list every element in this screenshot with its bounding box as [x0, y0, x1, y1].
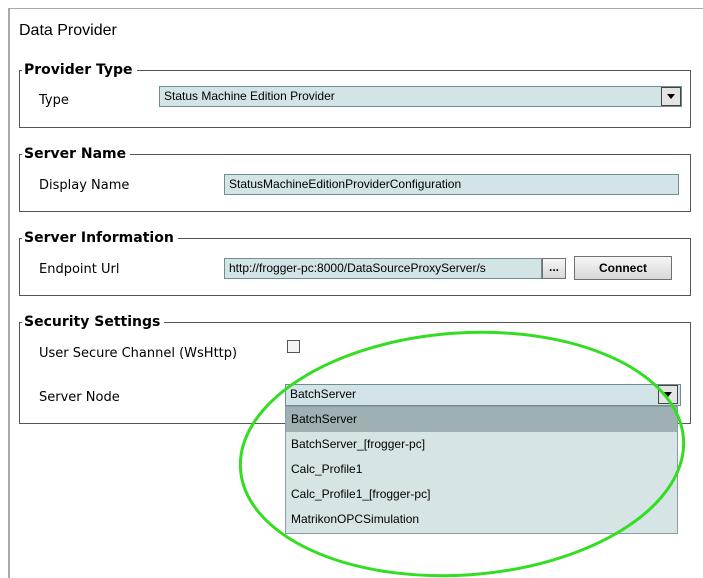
- panel-top-border: [8, 8, 703, 9]
- server-node-dropdown-list: BatchServer BatchServer_[frogger-pc] Cal…: [285, 406, 678, 534]
- connect-button[interactable]: Connect: [574, 256, 672, 280]
- browse-button[interactable]: ...: [542, 258, 566, 279]
- panel-title: Data Provider: [19, 22, 117, 39]
- provider-type-legend: Provider Type: [24, 62, 133, 78]
- dropdown-option-calc-profile1-frogger-pc[interactable]: Calc_Profile1_[frogger-pc]: [286, 482, 677, 507]
- dropdown-option-matrikonopcsimulation[interactable]: MatrikonOPCSimulation: [286, 507, 677, 532]
- server-node-dropdown-button[interactable]: [658, 385, 678, 404]
- secure-channel-checkbox[interactable]: [287, 340, 300, 353]
- type-label: Type: [39, 93, 69, 108]
- server-information-legend: Server Information: [24, 230, 174, 246]
- secure-channel-label: User Secure Channel (WsHttp): [39, 346, 238, 361]
- endpoint-url-label: Endpoint Url: [39, 262, 120, 277]
- panel-left-border: [8, 8, 10, 578]
- display-name-label: Display Name: [39, 178, 130, 193]
- type-combobox-value: Status Machine Edition Provider: [164, 89, 335, 103]
- type-dropdown-button[interactable]: [661, 87, 681, 106]
- dropdown-option-calc-profile1[interactable]: Calc_Profile1: [286, 457, 677, 482]
- server-node-combobox[interactable]: BatchServer: [285, 384, 681, 406]
- security-settings-legend: Security Settings: [24, 314, 161, 330]
- chevron-down-icon: [667, 94, 675, 99]
- dropdown-option-batchserver-frogger-pc[interactable]: BatchServer_[frogger-pc]: [286, 432, 677, 457]
- server-node-label: Server Node: [39, 390, 120, 405]
- server-node-value: BatchServer: [290, 387, 357, 401]
- dropdown-option-batchserver[interactable]: BatchServer: [286, 407, 677, 432]
- display-name-field[interactable]: StatusMachineEditionProviderConfiguratio…: [224, 174, 679, 195]
- endpoint-url-field[interactable]: http://frogger-pc:8000/DataSourceProxySe…: [224, 258, 542, 279]
- server-name-legend: Server Name: [24, 146, 127, 162]
- chevron-down-icon: [664, 392, 672, 397]
- type-combobox[interactable]: Status Machine Edition Provider: [159, 86, 682, 107]
